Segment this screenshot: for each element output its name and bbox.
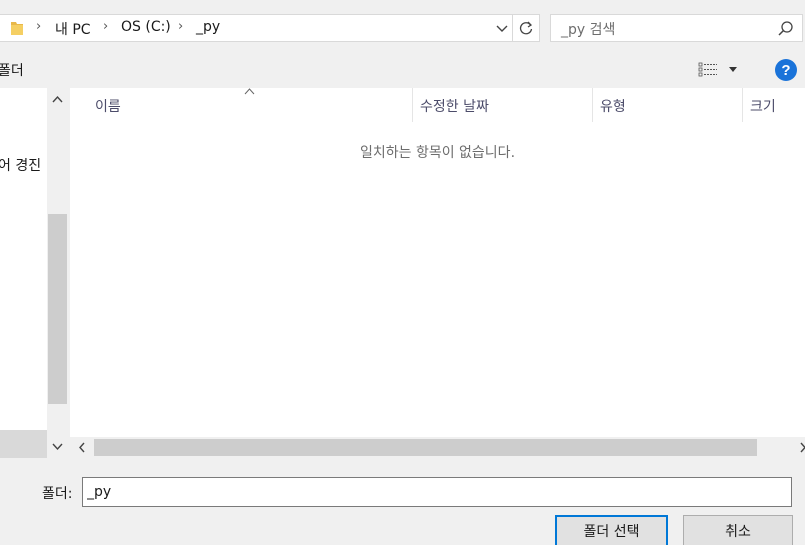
- view-options-dropdown-icon[interactable]: [728, 66, 738, 73]
- file-list[interactable]: 이름 수정한 날짜 유형 크기 일치하는 항목이 없습니다.: [70, 88, 805, 458]
- column-header-name[interactable]: 이름: [95, 96, 121, 116]
- help-button[interactable]: ?: [775, 59, 797, 81]
- select-folder-button[interactable]: 폴더 선택: [555, 515, 668, 545]
- column-header-row: 이름 수정한 날짜 유형 크기: [70, 88, 805, 122]
- scroll-up-icon[interactable]: [51, 94, 64, 104]
- column-divider[interactable]: [592, 88, 593, 122]
- folder-icon: [11, 22, 23, 35]
- column-divider[interactable]: [742, 88, 743, 122]
- new-folder-button[interactable]: 폴더: [0, 60, 24, 80]
- navigation-tree: 어 경진 l: [0, 88, 47, 458]
- column-divider[interactable]: [412, 88, 413, 122]
- scrollbar-thumb[interactable]: [94, 439, 757, 456]
- toolbar: 폴더: [0, 52, 805, 88]
- chevron-right-icon[interactable]: ›: [103, 19, 108, 34]
- details-view-icon[interactable]: [698, 62, 718, 78]
- search-icon[interactable]: [777, 20, 794, 37]
- nav-vertical-scrollbar[interactable]: [47, 88, 68, 458]
- refresh-button[interactable]: [512, 15, 539, 41]
- column-header-date-modified[interactable]: 수정한 날짜: [420, 96, 489, 116]
- chevron-down-icon[interactable]: [493, 19, 511, 37]
- scroll-down-icon[interactable]: [51, 442, 64, 452]
- empty-list-message: 일치하는 항목이 없습니다.: [359, 145, 516, 161]
- nav-item-truncated[interactable]: 어 경진: [0, 155, 41, 175]
- search-input[interactable]: _py 검색: [561, 19, 615, 39]
- column-header-type[interactable]: 유형: [600, 96, 626, 116]
- search-box[interactable]: _py 검색: [550, 14, 803, 42]
- chevron-right-icon[interactable]: ›: [36, 19, 41, 34]
- column-header-size[interactable]: 크기: [750, 96, 776, 116]
- breadcrumb-item-folder[interactable]: _py: [196, 19, 220, 35]
- sort-ascending-icon: [244, 88, 255, 95]
- cancel-button[interactable]: 취소: [683, 515, 793, 545]
- navigation-pane: 어 경진 l: [0, 88, 68, 458]
- scroll-right-icon[interactable]: [799, 442, 805, 453]
- file-list-horizontal-scrollbar[interactable]: [70, 437, 805, 458]
- breadcrumb-item-drive[interactable]: OS (C:): [121, 19, 171, 35]
- folder-field[interactable]: [82, 477, 792, 507]
- refresh-icon: [519, 21, 533, 35]
- scroll-left-icon[interactable]: [78, 442, 86, 453]
- chevron-right-icon[interactable]: ›: [178, 19, 183, 34]
- address-bar[interactable]: › 내 PC › OS (C:) › _py: [0, 14, 540, 42]
- nav-item-selected[interactable]: [0, 430, 47, 458]
- scrollbar-thumb[interactable]: [48, 214, 67, 404]
- breadcrumb-item-this-pc[interactable]: 내 PC: [55, 19, 91, 39]
- folder-field-label: 폴더:: [42, 486, 73, 502]
